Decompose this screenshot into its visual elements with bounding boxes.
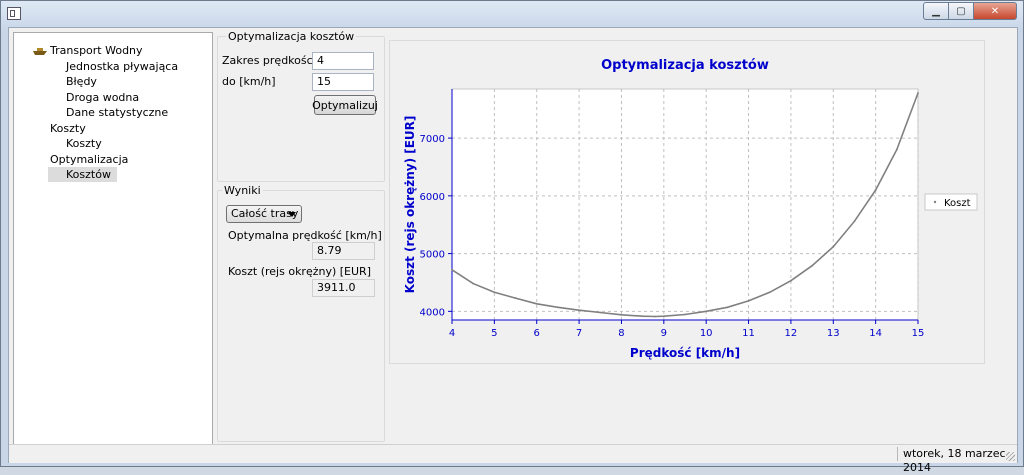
data-point	[726, 306, 729, 309]
tree-item-label: Droga wodna	[66, 90, 140, 104]
resize-grip-icon[interactable]	[1006, 452, 1015, 461]
tree-item-label: Koszty	[66, 137, 102, 150]
cost-label: Koszt (rejs okrężny) [EUR]	[228, 265, 371, 278]
close-button[interactable]: ✕	[974, 2, 1017, 20]
chevron-down-icon	[288, 212, 296, 217]
tree-item[interactable]: Błędy	[66, 74, 97, 89]
data-point	[811, 264, 813, 267]
tree-item[interactable]: Dane statystyczne	[66, 105, 168, 120]
navigation-tree[interactable]: Transport Wodny Jednostka pływająca Błędy D…	[13, 32, 213, 446]
window-icon[interactable]	[7, 7, 21, 20]
x-axis-label: Prędkość [km/h]	[630, 346, 740, 360]
tree-item-label: Optymalizacja	[50, 152, 129, 166]
tree-item-label: Jednostka pływająca	[66, 59, 179, 73]
minimize-icon: ▁	[932, 5, 940, 17]
tree-item-label: Kosztów	[66, 168, 111, 181]
x-tick-label: 6	[534, 328, 540, 339]
plot-area	[451, 88, 919, 321]
tree-item[interactable]: Koszty	[66, 136, 102, 151]
scope-select[interactable]: Całość trasy	[226, 205, 302, 223]
data-point	[747, 300, 750, 302]
x-tick-label: 5	[491, 328, 497, 339]
x-tick-label: 12	[785, 328, 798, 339]
optimal-speed-label: Optymalna prędkość [km/h]	[228, 229, 382, 242]
tree-item-label: Dane statystyczne	[66, 106, 169, 119]
x-tick-label: 14	[869, 328, 882, 339]
data-point	[514, 297, 517, 299]
x-tick-label: 11	[742, 328, 755, 339]
tree-item[interactable]: Droga wodna	[66, 90, 139, 105]
x-tick-label: 8	[618, 328, 624, 339]
data-point	[493, 291, 496, 294]
tree-item[interactable]: Koszty	[50, 121, 86, 136]
tree-item[interactable]: Transport Wodny	[33, 43, 143, 58]
tree-item-label: Transport Wodny	[50, 44, 143, 57]
optimize-button[interactable]: Optymalizuj	[312, 95, 378, 115]
title-bar[interactable]: ▁ ▢ ✕	[1, 1, 1023, 25]
x-tick-label: 4	[449, 328, 455, 339]
data-point	[654, 315, 656, 318]
data-point	[705, 310, 708, 313]
data-point	[472, 282, 475, 285]
data-point	[535, 302, 538, 305]
y-tick-label: 5000	[420, 250, 445, 261]
tree-item[interactable]: Jednostka pływająca	[66, 59, 178, 74]
tree-item[interactable]: Optymalizacja	[50, 152, 128, 167]
data-point	[832, 245, 835, 248]
data-point	[451, 268, 453, 271]
range-to-input[interactable]: 15	[312, 73, 374, 91]
client-area: Transport Wodny Jednostka pływająca Błędy D…	[8, 27, 1018, 474]
data-point	[853, 220, 856, 223]
status-bar: wtorek, 18 marzec 2014	[9, 444, 1017, 474]
maximize-button[interactable]: ▢	[949, 2, 974, 20]
boat-icon	[33, 48, 47, 55]
data-point	[768, 291, 771, 294]
tree-item-label: Błędy	[66, 75, 97, 88]
cost-value: 3911.0	[312, 279, 375, 297]
legend-label: Koszt	[944, 198, 971, 209]
y-tick-label: 6000	[420, 192, 445, 203]
legend-marker	[933, 200, 937, 204]
cost-chart: 4 5 6 7 8 9 10 11 12 13 14 15 4000 5000 6000 7000 Optyma…	[403, 58, 978, 360]
app-window: ▁ ▢ ✕ Transport Wodny Jednostka pływająca…	[0, 0, 1024, 474]
x-tick-label: 9	[661, 328, 667, 339]
minimize-button[interactable]: ▁	[923, 2, 949, 20]
tree-item[interactable]: Kosztów	[48, 167, 117, 182]
x-tick-label: 10	[700, 328, 713, 339]
data-point	[557, 306, 559, 309]
data-point	[578, 309, 580, 312]
optimal-speed-value: 8.79	[312, 242, 375, 260]
optimization-group-title: Optymalizacja kosztów	[226, 30, 357, 43]
x-tick-label: 15	[912, 328, 925, 339]
chart-panel: 4 5 6 7 8 9 10 11 12 13 14 15 4000 5000 6000 7000 Optyma…	[389, 40, 985, 364]
data-point	[662, 315, 665, 318]
y-axis-label: Koszt (rejs okrężny) [EUR]	[403, 116, 417, 294]
x-tick-label: 13	[827, 328, 840, 339]
y-tick-label: 7000	[420, 134, 445, 145]
data-point	[917, 92, 919, 94]
data-point	[641, 315, 644, 318]
status-date: wtorek, 18 marzec 2014	[903, 447, 1006, 474]
range-to-label: do [km/h]	[222, 75, 276, 88]
tree-item-label: Koszty	[50, 121, 86, 135]
status-separator	[897, 447, 898, 461]
optimization-group: Optymalizacja kosztów Zakres prędkości o…	[217, 30, 385, 182]
window-controls: ▁ ▢ ✕	[923, 2, 1017, 20]
maximize-icon: ▢	[956, 5, 966, 17]
results-group-title: Wyniki	[222, 184, 263, 197]
data-point	[790, 279, 792, 282]
data-point	[874, 189, 877, 191]
data-point	[684, 313, 686, 316]
range-from-input[interactable]: 4	[312, 52, 374, 70]
chart-title: Optymalizacja kosztów	[601, 58, 769, 73]
y-tick-label: 4000	[420, 307, 445, 318]
close-icon: ✕	[990, 5, 1000, 17]
results-group: Wyniki Całość trasy Optymalna prędkość […	[217, 184, 385, 442]
data-point	[895, 148, 898, 151]
x-tick-label: 7	[576, 328, 582, 339]
data-point	[599, 311, 602, 314]
data-point	[620, 313, 623, 316]
